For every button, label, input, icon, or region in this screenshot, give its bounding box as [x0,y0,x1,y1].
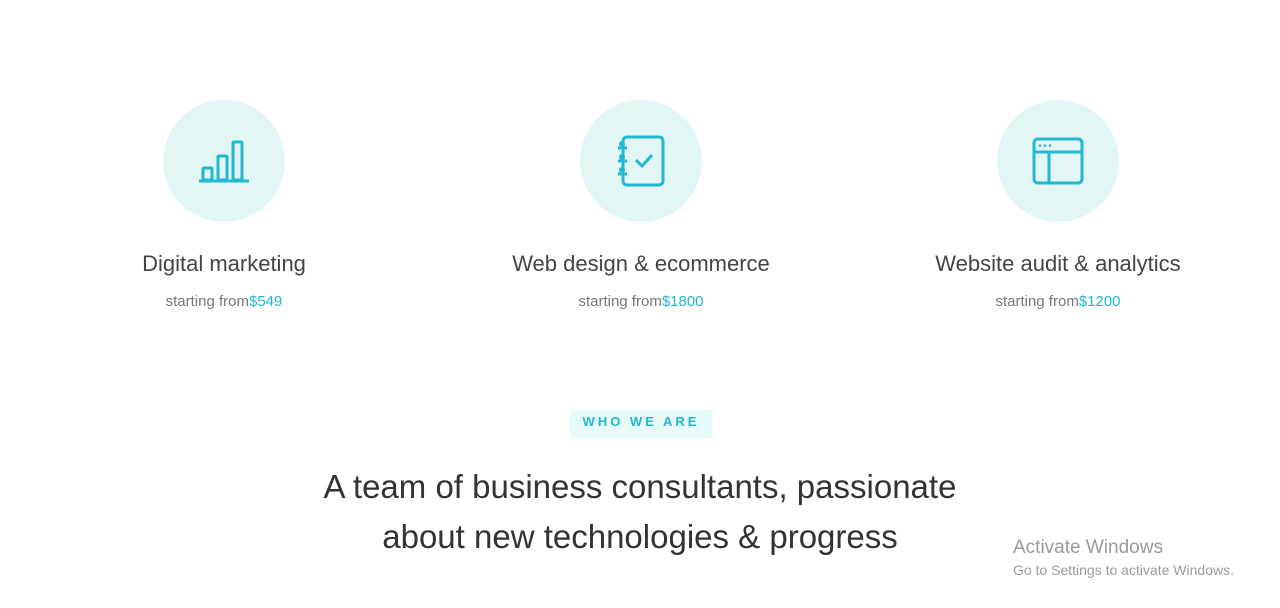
watermark-title: Activate Windows [1013,537,1163,558]
price-prefix: starting from [995,293,1079,310]
activate-windows-watermark: Activate Windows Go to Settings to activ… [1013,536,1234,580]
service-icon-circle [580,100,702,222]
service-title: Web design & ecommerce [512,251,770,276]
service-price: starting from$549 [44,292,404,312]
service-price: starting from$1800 [461,292,821,312]
service-card-digital-marketing[interactable]: Digital marketing starting from$549 [44,100,404,312]
price-amount: $1200 [1078,293,1121,310]
price-prefix: starting from [165,293,249,310]
service-price: starting from$1200 [878,292,1238,312]
browser-window-icon [1032,137,1084,185]
price-prefix: starting from [578,293,662,310]
section-tag: WHO WE ARE [570,410,712,438]
headline-line-1: A team of business consultants, passiona… [323,468,957,505]
section-headline: A team of business consultants, passiona… [240,462,1040,562]
price-amount: $549 [248,293,283,310]
checklist-notebook-icon [618,135,665,187]
service-title: Digital marketing [142,251,306,276]
service-card-website-audit[interactable]: Website audit & analytics starting from$… [878,100,1238,312]
service-card-web-design[interactable]: Web design & ecommerce starting from$180… [461,100,821,312]
price-amount: $1800 [661,293,704,310]
watermark-subtitle: Go to Settings to activate Windows. [1013,562,1234,578]
service-title: Website audit & analytics [935,251,1181,276]
service-icon-circle [997,100,1119,222]
service-icon-circle [163,100,285,222]
headline-line-2: about new technologies & progress [382,518,898,555]
page: Digital marketing starting from$549 Web … [0,0,1280,608]
bar-chart-icon [199,140,249,183]
